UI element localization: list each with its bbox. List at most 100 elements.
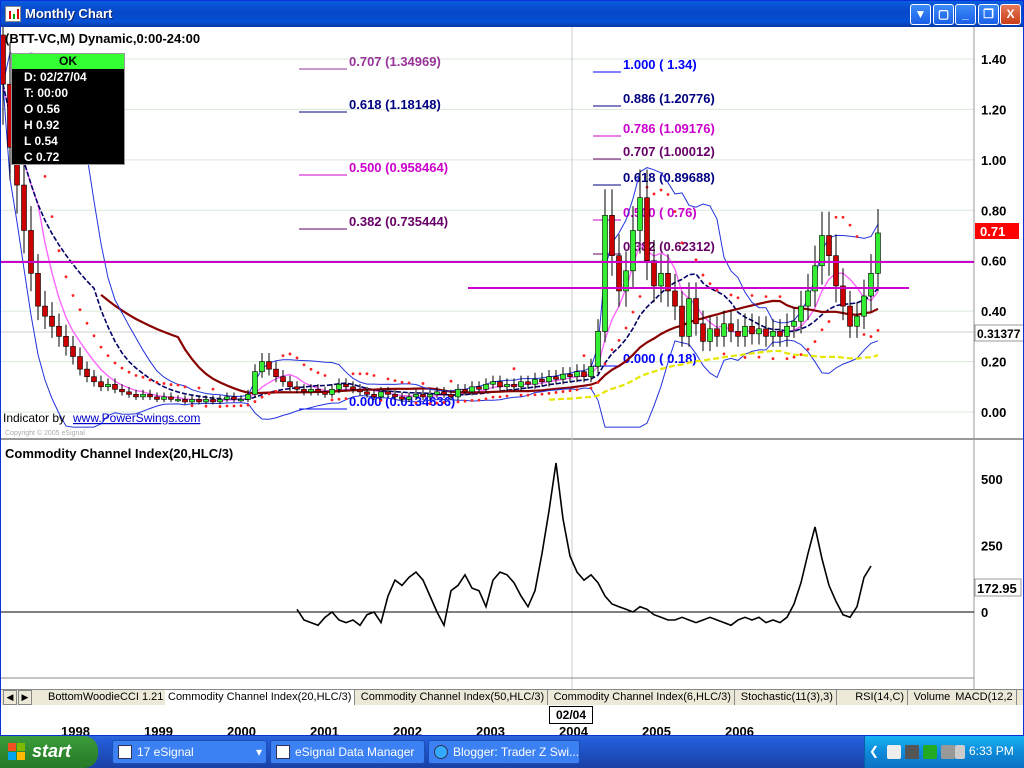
parabolic-dot <box>463 399 467 403</box>
windows-logo-icon <box>8 743 26 761</box>
parabolic-dot <box>477 398 481 402</box>
taskbar-item-blogger[interactable]: Blogger: Trader Z Swi... <box>428 740 580 764</box>
candle-body <box>798 305 804 322</box>
band-lower <box>2 84 879 428</box>
candle-body <box>357 389 363 393</box>
window-button[interactable]: ▢ <box>933 4 954 25</box>
fib-level-label: 0.886 (1.20776) <box>623 91 715 106</box>
candle-body <box>343 383 349 388</box>
speaker-icon[interactable] <box>955 745 965 759</box>
cci-tick-label: 250 <box>981 539 1003 554</box>
parabolic-dot <box>491 395 495 399</box>
powerswings-link[interactable]: www.PowerSwings.com <box>72 411 200 425</box>
price-tick-label: 0.60 <box>981 254 1006 269</box>
fib-level-label: 0.618 (1.18148) <box>349 97 441 112</box>
fib-level-label: 1.000 ( 1.34) <box>623 57 697 72</box>
candle-body <box>112 383 118 390</box>
candle-body <box>399 396 405 400</box>
tray-icon[interactable] <box>941 745 955 759</box>
price-tick-label: 1.20 <box>981 102 1006 117</box>
candle-body <box>273 368 279 377</box>
fib-level-label: 0.500 ( 0.76) <box>623 205 697 220</box>
indicator-tab[interactable]: Commodity Channel Index(50,HLC/3) <box>357 690 549 705</box>
indicator-credit: Indicator by <box>3 411 65 425</box>
fibonacci-levels[interactable]: 0.707 (1.34969) 0.618 (1.18148) 0.500 (0.9… <box>299 54 715 410</box>
title-bar[interactable]: Monthly Chart ▼ ▢ _ ❐ X <box>1 1 1023 27</box>
candle-body <box>847 305 853 327</box>
restore-button[interactable]: ❐ <box>978 4 999 25</box>
minimize-button[interactable]: _ <box>955 4 976 25</box>
indicator-tab[interactable]: Commodity Channel Index(20,HLC/3) <box>165 690 356 705</box>
candle-body <box>126 391 132 395</box>
indicator-tab[interactable]: Commodity Channel Index(6,HLC/3) <box>550 690 735 705</box>
taskbar-item-data-manager[interactable]: eSignal Data Manager <box>270 740 425 764</box>
indicator-tab[interactable]: MACD(12,2 <box>952 690 1017 705</box>
tray-icon[interactable] <box>905 745 919 759</box>
candle-body <box>77 356 83 370</box>
candle-body <box>427 394 433 398</box>
candle-body <box>826 235 832 256</box>
scroll-down-button[interactable]: ▼ <box>910 4 931 25</box>
tray-expand-icon[interactable]: ❮ <box>869 744 879 758</box>
price-tick-label: 0.00 <box>981 405 1006 420</box>
candle-body <box>315 389 321 393</box>
candle-body <box>609 215 615 256</box>
fib-level-label: 0.707 (1.34969) <box>349 54 441 69</box>
parabolic-dot <box>603 362 607 366</box>
candle-body <box>392 394 398 398</box>
cci-tick-label: 0 <box>981 605 988 620</box>
cci-last-value: 172.95 <box>977 581 1017 596</box>
taskbar-item-label: 17 eSignal <box>137 745 194 759</box>
candle-body <box>154 396 160 400</box>
parabolic-dot <box>631 310 635 314</box>
price-tick-label: 0.80 <box>981 203 1006 218</box>
candle-body <box>308 389 314 393</box>
parabolic-dot <box>281 354 285 358</box>
year-label: 2006 <box>725 724 754 736</box>
start-button[interactable]: start <box>0 736 98 768</box>
parabolic-dot <box>211 387 215 391</box>
taskbar-item-esignal[interactable]: 17 eSignal ▾ <box>112 740 267 764</box>
parabolic-dot <box>414 401 418 405</box>
candle-body <box>497 381 503 388</box>
close-button[interactable]: X <box>1000 4 1021 25</box>
candle-body <box>777 331 783 337</box>
parabolic-dot <box>708 282 712 285</box>
parabolic-dot <box>106 354 110 358</box>
tabs-scroll-left-button[interactable]: ◀ <box>3 690 17 705</box>
candle-body <box>364 391 370 395</box>
parabolic-dot <box>421 382 425 385</box>
parabolic-dot <box>568 389 572 393</box>
tray-icon[interactable] <box>923 745 937 759</box>
parabolic-dot <box>610 348 614 352</box>
parabolic-dot <box>526 393 530 397</box>
parabolic-dot <box>596 381 600 384</box>
parabolic-dot <box>337 397 341 401</box>
indicator-tab[interactable]: RSI(14,C) <box>852 690 909 705</box>
candle-body <box>196 399 202 403</box>
candle-body <box>371 394 377 398</box>
candle-body <box>182 399 188 403</box>
indicator-tab[interactable]: Stochastic(11(3),3) <box>737 690 837 705</box>
parabolic-dot <box>806 347 810 351</box>
chart-canvas[interactable]: 0.707 (1.34969) 0.618 (1.18148) 0.500 (0.9… <box>1 27 1024 689</box>
indicator-tab[interactable]: BottomWoodieCCI 1.21 <box>45 690 168 705</box>
parabolic-dot <box>288 352 292 356</box>
candle-body <box>672 290 678 307</box>
chart-area[interactable]: 0.707 (1.34969) 0.618 (1.18148) 0.500 (0.9… <box>1 27 1024 689</box>
system-tray: ❮ 6:33 PM <box>864 736 1024 768</box>
parabolic-dot <box>323 374 327 377</box>
candle-body <box>532 378 538 385</box>
tabs-scroll-right-button[interactable]: ▶ <box>18 690 32 705</box>
tray-icon[interactable] <box>887 745 901 759</box>
candle-body <box>378 391 384 398</box>
ohlc-close: C 0.72 <box>24 150 60 164</box>
parabolic-dot <box>659 188 663 192</box>
ohlc-data-box[interactable]: OK D: 02/27/04 T: 00:00 O 0.56 H 0.92 L … <box>11 53 125 165</box>
candle-body <box>203 399 209 403</box>
indicator-tab[interactable]: Volume <box>910 690 955 705</box>
parabolic-dot <box>855 235 859 238</box>
year-label: 2005 <box>642 724 671 736</box>
copyright-text: Copyright © 2005 eSignal <box>5 429 85 437</box>
parabolic-dot <box>428 402 432 406</box>
